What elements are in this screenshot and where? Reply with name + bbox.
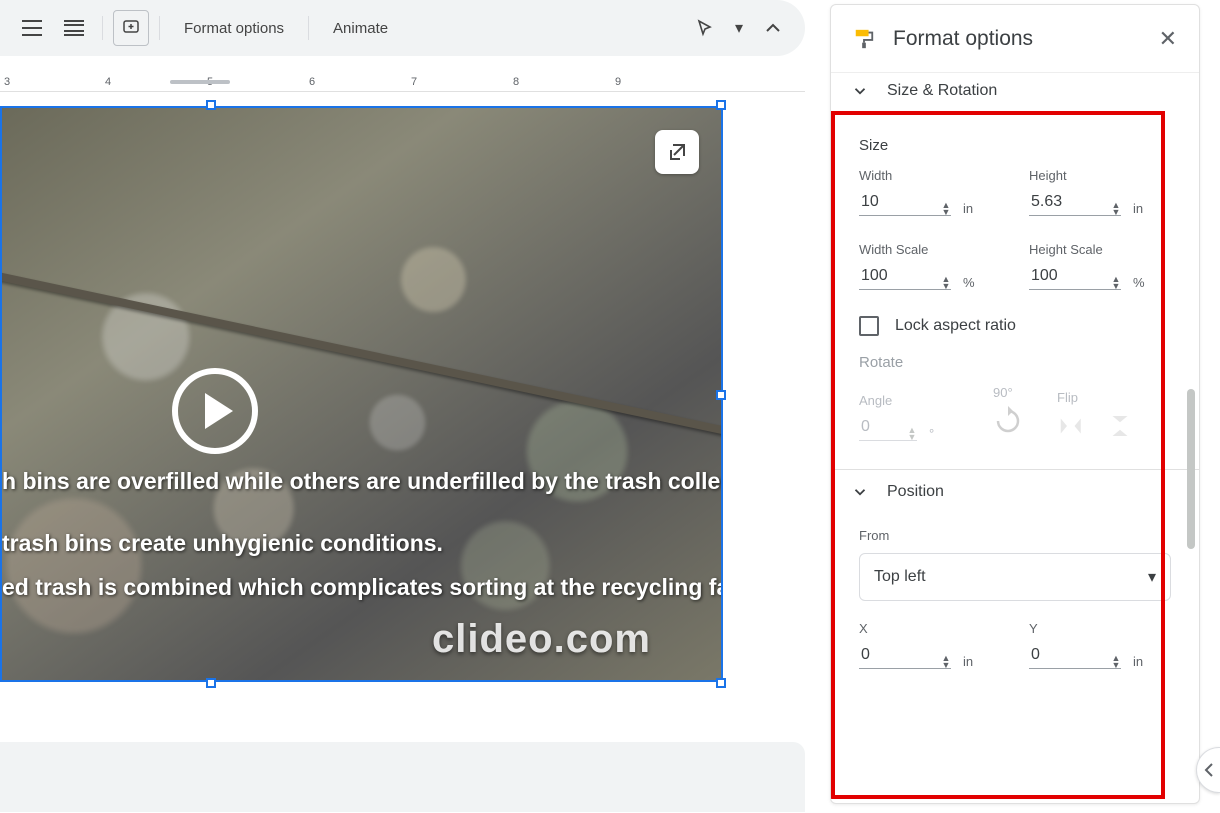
ruler-mark: 8 bbox=[513, 76, 519, 88]
stepper-icon[interactable]: ▲▼ bbox=[939, 655, 953, 669]
ruler-mark: 3 bbox=[4, 76, 10, 88]
watermark: clideo.com bbox=[432, 617, 651, 662]
position-panel: From Top left ▾ X ▲▼ in Y ▲▼ in bbox=[831, 514, 1199, 669]
ruler-mark: 6 bbox=[309, 76, 315, 88]
unit-label: in bbox=[963, 201, 973, 216]
stepper-icon[interactable]: ▲▼ bbox=[1109, 276, 1123, 290]
position-section[interactable]: Position bbox=[831, 470, 1199, 514]
collapse-icon[interactable] bbox=[755, 10, 791, 46]
ruler-mark: 7 bbox=[411, 76, 417, 88]
cursor-mode-icon[interactable] bbox=[687, 10, 723, 46]
layout-icon[interactable] bbox=[56, 10, 92, 46]
rotate-90-icon bbox=[993, 406, 1023, 436]
ruler-mark: 9 bbox=[615, 76, 621, 88]
angle-label: Angle bbox=[859, 393, 959, 408]
flip-vertical-icon bbox=[1105, 411, 1135, 441]
paint-roller-icon bbox=[853, 28, 875, 50]
flip-label: Flip bbox=[1057, 390, 1135, 405]
width-label: Width bbox=[859, 168, 1001, 183]
caption-line: ed trash is combined which complicates s… bbox=[2, 574, 723, 601]
x-input[interactable] bbox=[859, 642, 951, 669]
chevron-down-icon bbox=[851, 483, 869, 501]
height-label: Height bbox=[1029, 168, 1171, 183]
stepper-icon[interactable]: ▲▼ bbox=[939, 202, 953, 216]
section-label: Position bbox=[887, 483, 944, 501]
from-dropdown[interactable]: Top left ▾ bbox=[859, 553, 1171, 601]
panel-header: Format options ✕ bbox=[831, 5, 1199, 73]
stepper-icon[interactable]: ▲▼ bbox=[1109, 202, 1123, 216]
flip-horizontal-icon bbox=[1057, 411, 1087, 441]
ninety-label: 90° bbox=[993, 385, 1023, 400]
animate-button[interactable]: Animate bbox=[319, 14, 402, 43]
width-scale-input[interactable] bbox=[859, 263, 951, 290]
width-scale-label: Width Scale bbox=[859, 242, 1001, 257]
open-external-icon[interactable] bbox=[655, 130, 699, 174]
selection-handle[interactable] bbox=[206, 678, 216, 688]
selection-handle[interactable] bbox=[206, 100, 216, 110]
add-comment-icon[interactable] bbox=[113, 10, 149, 46]
ruler: 3 4 5 6 7 8 9 bbox=[0, 62, 805, 92]
unit-label: in bbox=[963, 654, 973, 669]
notes-resize-handle[interactable] bbox=[170, 80, 230, 84]
slide-canvas: h bins are overfilled while others are u… bbox=[0, 92, 805, 812]
stepper-icon[interactable]: ▲▼ bbox=[939, 276, 953, 290]
panel-title: Format options bbox=[893, 27, 1033, 51]
width-input[interactable] bbox=[859, 189, 951, 216]
selection-handle[interactable] bbox=[716, 100, 726, 110]
chevron-down-icon bbox=[851, 82, 869, 100]
height-scale-label: Height Scale bbox=[1029, 242, 1171, 257]
menu-icon[interactable] bbox=[14, 10, 50, 46]
play-icon[interactable] bbox=[172, 368, 258, 454]
dropdown-value: Top left bbox=[874, 568, 926, 586]
toolbar: Format options Animate ▾ bbox=[0, 0, 805, 56]
stepper-icon[interactable]: ▲▼ bbox=[1109, 655, 1123, 669]
cursor-mode-dropdown-icon[interactable]: ▾ bbox=[729, 10, 749, 46]
unit-label: in bbox=[1133, 654, 1143, 669]
height-scale-input[interactable] bbox=[1029, 263, 1121, 290]
selected-video[interactable]: h bins are overfilled while others are u… bbox=[0, 106, 723, 682]
rotate-heading: Rotate bbox=[859, 354, 1171, 371]
from-label: From bbox=[859, 528, 1171, 543]
caption-line: h bins are overfilled while others are u… bbox=[2, 468, 723, 495]
size-heading: Size bbox=[859, 137, 1171, 154]
y-input[interactable] bbox=[1029, 642, 1121, 669]
chevron-left-icon bbox=[1203, 763, 1215, 777]
unit-label: % bbox=[963, 275, 975, 290]
format-options-button[interactable]: Format options bbox=[170, 14, 298, 43]
stepper-icon: ▲▼ bbox=[905, 427, 919, 441]
x-label: X bbox=[859, 621, 1001, 636]
lock-aspect-label: Lock aspect ratio bbox=[895, 317, 1016, 335]
unit-label: ° bbox=[929, 426, 934, 441]
speaker-notes[interactable] bbox=[0, 742, 805, 812]
size-panel: Size Width ▲▼ in Height ▲▼ in bbox=[831, 113, 1199, 470]
selection-handle[interactable] bbox=[716, 390, 726, 400]
unit-label: in bbox=[1133, 201, 1143, 216]
y-label: Y bbox=[1029, 621, 1171, 636]
section-label: Size & Rotation bbox=[887, 82, 997, 100]
selection-handle[interactable] bbox=[716, 678, 726, 688]
close-icon[interactable]: ✕ bbox=[1159, 26, 1177, 52]
unit-label: % bbox=[1133, 275, 1145, 290]
chevron-down-icon: ▾ bbox=[1148, 567, 1156, 587]
format-options-panel: Format options ✕ Size & Rotation Size Wi… bbox=[830, 4, 1200, 804]
ruler-mark: 4 bbox=[105, 76, 111, 88]
size-rotation-section[interactable]: Size & Rotation bbox=[831, 69, 1199, 113]
lock-aspect-checkbox[interactable] bbox=[859, 316, 879, 336]
caption-line: trash bins create unhygienic conditions. bbox=[2, 530, 443, 557]
scrollbar[interactable] bbox=[1187, 389, 1195, 549]
height-input[interactable] bbox=[1029, 189, 1121, 216]
